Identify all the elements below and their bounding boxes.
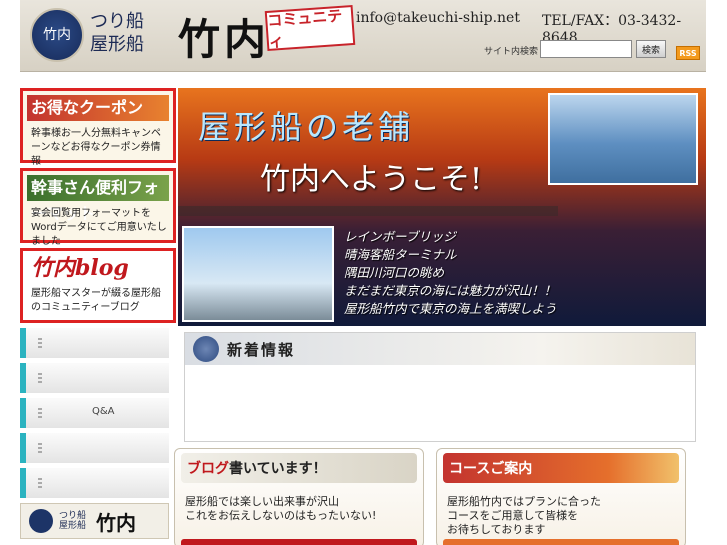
- side-menu-item-label: Q&A: [92, 406, 115, 417]
- blog-banner-title-b: blog: [75, 255, 129, 281]
- grip-icon: [38, 373, 42, 383]
- emblem-icon: [193, 336, 219, 362]
- hero-photo-terminal: [182, 226, 334, 322]
- blog-banner-text: 屋形船マスターが綴る屋形船のコミュニティーブログ: [31, 288, 161, 313]
- format-banner[interactable]: 幹事さん便利フォーマット 宴会回覧用フォーマットをWordデータにてご用意いたし…: [20, 168, 176, 247]
- site-search-button[interactable]: 検索: [636, 40, 666, 58]
- course-box-line: コースをご用意して皆様を: [447, 509, 579, 522]
- course-box-line: お待ちしております: [447, 523, 546, 536]
- hero-photo-boat: [548, 93, 698, 185]
- side-menu-item[interactable]: [20, 363, 169, 393]
- logo-sub-line2: 屋形船: [90, 34, 144, 55]
- coupon-banner-title: お得なクーポン: [27, 95, 169, 121]
- footer-logo-sub-line2: 屋形船: [59, 521, 87, 531]
- contact-email[interactable]: info@takeuchi-ship.net: [356, 10, 520, 26]
- site-search-input[interactable]: [540, 40, 632, 58]
- footer-logo-main: 竹内: [96, 510, 137, 535]
- coupon-banner[interactable]: お得なクーポン 幹事様お一人分無料キャンペーンなどお得なクーポン券情報: [20, 88, 176, 167]
- site-search-label: サイト内検索: [484, 47, 539, 57]
- hero-line: 隅田川河口の眺め: [344, 265, 445, 280]
- logo-emblem-text: 竹内: [43, 26, 71, 43]
- blog-banner-title-a: 竹内: [31, 255, 76, 281]
- blog-banner[interactable]: 竹内blog 屋形船マスターが綴る屋形船のコミュニティーブログ: [20, 248, 176, 323]
- left-sidebar: お得なクーポン 幹事様お一人分無料キャンペーンなどお得なクーポン券情報 幹事さん…: [20, 88, 177, 539]
- side-menu: Q&A: [20, 328, 177, 498]
- format-banner-text: 宴会回覧用フォーマットをWordデータにてご用意いたしました: [31, 208, 167, 247]
- side-menu-item[interactable]: [20, 328, 169, 358]
- grip-icon: [38, 443, 42, 453]
- course-box-line: 屋形船竹内ではプランに合った: [447, 495, 601, 508]
- coupon-banner-text: 幹事様お一人分無料キャンペーンなどお得なクーポン券情報: [31, 128, 161, 167]
- hero-description: レインボーブリッジ 晴海客船ターミナル 隅田川河口の眺め まだまだ東京の海には魅…: [344, 228, 557, 318]
- logo-main-title[interactable]: 竹内: [178, 6, 270, 67]
- grip-icon: [38, 408, 42, 418]
- hero-line: まだまだ東京の海には魅力が沢山！！: [344, 283, 557, 298]
- hero-line: 晴海客船ターミナル: [344, 247, 457, 262]
- hero-welcome: 竹内へようこそ!: [260, 162, 483, 197]
- blog-box-head-a: ブログ: [187, 461, 229, 477]
- side-menu-item[interactable]: [20, 433, 169, 463]
- logo-emblem[interactable]: 竹内: [30, 8, 84, 62]
- community-badge[interactable]: コミュニティ: [264, 4, 356, 52]
- news-title: 新着情報: [227, 340, 296, 359]
- footer-logo-subtitle: つり船 屋形船: [59, 511, 86, 531]
- bridge-silhouette: [178, 206, 558, 216]
- blog-box[interactable]: ブログ 書いています！ 屋形船では楽しい出来事が沢山 これをお伝えしないのはもった…: [174, 448, 424, 545]
- news-panel: 新着情報: [184, 332, 696, 442]
- blog-box-line: これをお伝えしないのはもったいない!: [185, 509, 377, 522]
- news-header: 新着情報: [185, 333, 695, 365]
- course-box-link-strip[interactable]: [443, 539, 679, 545]
- blog-box-line: 屋形船では楽しい出来事が沢山: [185, 495, 339, 508]
- logo-subtitle: つり船 屋形船: [90, 10, 144, 56]
- course-box-header: コースご案内: [443, 453, 679, 483]
- footer-logo-emblem: [29, 509, 53, 533]
- grip-icon: [38, 478, 42, 488]
- blog-box-link-strip[interactable]: [181, 539, 417, 545]
- footer-logo-sub-line1: つり船: [59, 511, 87, 521]
- blog-box-head-b: 書いています！: [229, 461, 327, 477]
- hero-title: 屋形船の老舗: [198, 108, 415, 146]
- format-banner-title: 幹事さん便利フォーマット: [27, 175, 169, 223]
- sidebar-footer-logo[interactable]: つり船 屋形船 竹内: [20, 503, 169, 539]
- hero-line: 屋形船竹内で東京の海上を満喫しよう: [344, 301, 557, 316]
- logo-sub-line1: つり船: [90, 11, 144, 32]
- site-header: 竹内 つり船 屋形船 竹内 コミュニティ info@takeuchi-ship.…: [20, 0, 706, 72]
- side-menu-item-qa[interactable]: Q&A: [20, 398, 169, 428]
- blog-box-text: 屋形船では楽しい出来事が沢山 これをお伝えしないのはもったいない!: [175, 487, 423, 523]
- side-menu-item[interactable]: [20, 468, 169, 498]
- rss-button[interactable]: RSS: [676, 46, 700, 60]
- course-box-text: 屋形船竹内ではプランに合った コースをご用意して皆様を お待ちしております: [437, 487, 685, 537]
- hero-banner: 屋形船の老舗 竹内へようこそ! レインボーブリッジ 晴海客船ターミナル 隅田川河…: [178, 88, 706, 326]
- blog-box-header: ブログ 書いています！: [181, 453, 417, 483]
- hero-line: レインボーブリッジ: [344, 229, 456, 244]
- grip-icon: [38, 338, 42, 348]
- course-box[interactable]: コースご案内 屋形船竹内ではプランに合った コースをご用意して皆様を お待ちして…: [436, 448, 686, 545]
- blog-banner-title: 竹内blog: [27, 255, 169, 281]
